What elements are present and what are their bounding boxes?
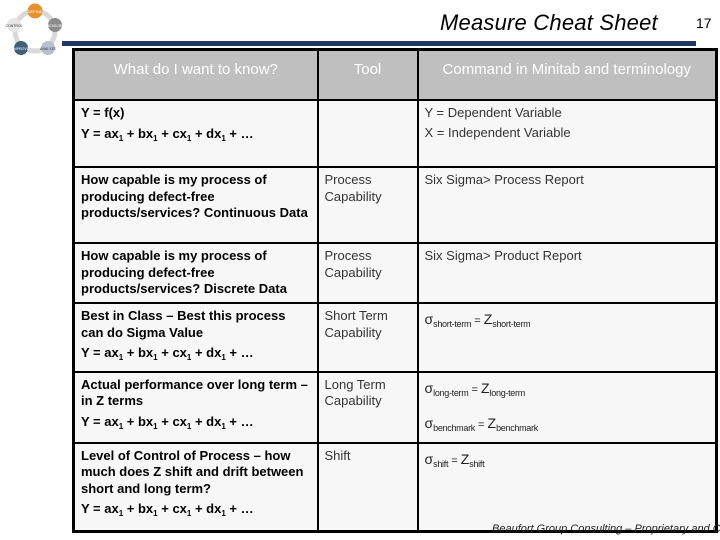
logo-label-improve: IMPROVE [13,47,30,51]
footer-confidentiality-note: Beaufort Group Consulting – Proprietary … [492,524,720,535]
table-row: Best in Class – Best this process can do… [72,302,718,373]
logo-label-analyze: ANALYZE [40,47,56,51]
question-cell: How capable is my process of producing d… [72,242,319,304]
sigma-z-formula: σbenchmark = Zbenchmark [424,415,539,433]
table-header-row: What do I want to know? Tool Command in … [72,48,718,101]
question-cell: Actual performance over long term – in Z… [72,370,319,444]
regression-equation: Y = ax1 + bx1 + cx1 + dx1 + … [81,345,254,362]
command-cell: Six Sigma> Product Report [416,242,718,304]
command-cell: σlong-term = Zlong-term σbenchmark = Zben… [416,370,718,444]
column-header-tool: Tool [316,48,419,101]
table-row: Level of Control of Process – how much d… [72,441,718,532]
command-text: Six Sigma> Product Report [424,248,582,263]
dmaic-cycle-logo: DEFINE MEASURE ANALYZE IMPROVE CONTROL [5,3,64,55]
command-cell: σshift = Zshift [416,441,718,532]
question-text: How capable is my process of producing d… [81,248,287,296]
logo-label-measure: MEASURE [46,24,64,28]
regression-equation: Y = ax1 + bx1 + cx1 + dx1 + … [81,125,254,143]
question-text: Actual performance over long term – in Z… [81,376,308,409]
tool-cell: Shift [316,441,419,532]
command-cell: σshort-term = Zshort-term [416,302,718,373]
sigma-z-formula: σlong-term = Zlong-term [424,379,526,398]
question-cell: Level of Control of Process – how much d… [72,441,319,532]
table-row: How capable is my process of producing d… [72,242,718,304]
column-header-command: Command in Minitab and terminology [416,48,718,101]
question-text: Best in Class – Best this process can do… [81,308,286,340]
question-cell: Best in Class – Best this process can do… [72,302,319,373]
sigma-z-formula: σshift = Zshift [424,450,485,469]
tool-cell: Short Term Capability [316,302,419,373]
question-text: Level of Control of Process – how much d… [81,447,304,496]
question-text: Y = f(x) [81,105,125,120]
command-text: Y = Dependent Variable [424,105,562,120]
tool-cell: Process Capability [316,166,419,244]
question-cell: How capable is my process of producing d… [72,166,319,244]
tool-cell [316,99,419,168]
cheat-sheet-table: What do I want to know? Tool Command in … [72,48,718,533]
command-cell: Y = Dependent Variable X = Independent Va… [416,99,718,168]
table-row: How capable is my process of producing d… [72,166,718,244]
regression-equation: Y = ax1 + bx1 + cx1 + dx1 + … [81,501,254,518]
table-row: Actual performance over long term – in Z… [72,370,718,444]
command-text: Six Sigma> Process Report [424,172,584,187]
column-header-question: What do I want to know? [72,48,319,101]
logo-label-control: CONTROL [5,24,22,28]
tool-cell: Long Term Capability [316,370,419,444]
sigma-z-formula: σshort-term = Zshort-term [424,311,531,329]
title-divider [62,41,696,46]
question-text: How capable is my process of producing d… [81,172,308,220]
regression-equation: Y = ax1 + bx1 + cx1 + dx1 + … [81,413,254,431]
page-title: Measure Cheat Sheet [440,10,658,35]
command-text: X = Independent Variable [424,124,571,140]
table-row: Y = f(x) Y = ax1 + bx1 + cx1 + dx1 + … Y =… [72,99,718,168]
question-cell: Y = f(x) Y = ax1 + bx1 + cx1 + dx1 + … [72,99,319,168]
tool-cell: Process Capability [316,242,419,304]
command-cell: Six Sigma> Process Report [416,166,718,244]
slide-number: 17 [696,15,712,31]
logo-label-define: DEFINE [28,9,43,14]
